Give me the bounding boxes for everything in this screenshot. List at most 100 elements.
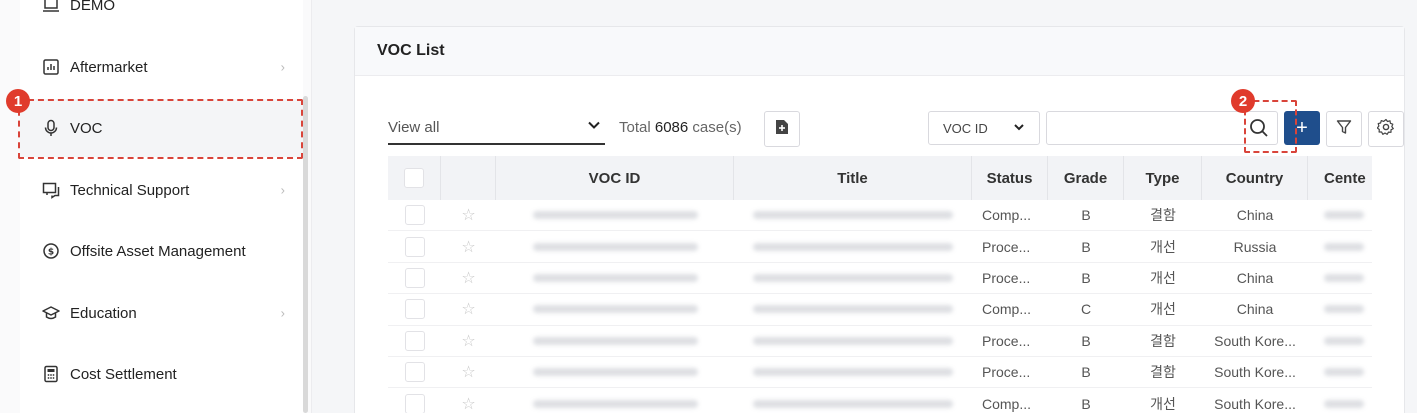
sidebar-item-label: Cost Settlement — [70, 365, 177, 383]
title-redacted[interactable] — [753, 242, 953, 251]
star-icon[interactable]: ☆ — [461, 299, 475, 319]
chevron-right-icon: › — [280, 59, 285, 75]
title-redacted[interactable] — [753, 399, 953, 408]
title-redacted[interactable] — [753, 336, 953, 345]
status-cell: Comp... — [982, 301, 1032, 318]
add-voc-button[interactable]: + — [1284, 111, 1320, 145]
header-country[interactable]: Country — [1202, 156, 1308, 200]
sidebar-scrollbar[interactable] — [303, 96, 308, 413]
filter-button[interactable] — [1326, 111, 1362, 147]
table-row[interactable]: ☆ Proce... B 개선 China — [388, 263, 1372, 295]
star-icon[interactable]: ☆ — [461, 394, 475, 413]
grade-cell: B — [1081, 207, 1091, 224]
search-input[interactable] — [1047, 112, 1237, 144]
dollar-coin-icon: $ — [42, 242, 60, 260]
header-status[interactable]: Status — [972, 156, 1048, 200]
row-checkbox[interactable] — [404, 362, 425, 383]
table-row[interactable]: ☆ Proce... B 결함 South Kore... — [388, 357, 1372, 389]
header-favorite — [441, 156, 496, 200]
status-cell: Proce... — [982, 364, 1031, 381]
search-box — [1046, 111, 1278, 145]
title-redacted[interactable] — [753, 273, 953, 282]
toolbar: View all Total 6086 case(s) VOC ID + — [388, 111, 1404, 147]
grade-cell: B — [1081, 364, 1091, 381]
table-row[interactable]: ☆ Comp... C 개선 China — [388, 294, 1372, 326]
calculator-icon — [42, 365, 60, 383]
header-grade[interactable]: Grade — [1048, 156, 1124, 200]
type-cell: 개선 — [1150, 395, 1176, 412]
status-cell: Proce... — [982, 332, 1031, 349]
sidebar-item-technical-support[interactable]: Technical Support › — [20, 161, 303, 219]
row-checkbox[interactable] — [404, 299, 425, 320]
center-redacted — [1324, 242, 1364, 251]
step-marker-1: 1 — [6, 89, 30, 113]
row-checkbox[interactable] — [404, 205, 425, 226]
center-redacted — [1324, 368, 1364, 377]
sidebar-item-voc[interactable]: VOC — [20, 99, 303, 157]
gear-icon — [1376, 118, 1395, 141]
select-all-checkbox[interactable] — [404, 168, 424, 188]
voc-id-redacted[interactable] — [532, 399, 698, 408]
voc-id-redacted[interactable] — [532, 211, 698, 220]
sidebar-item-education[interactable]: Education › — [20, 284, 303, 342]
star-icon[interactable]: ☆ — [461, 205, 475, 225]
search-icon[interactable] — [1249, 118, 1269, 143]
table-row[interactable]: ☆ Comp... B 개선 South Kore... — [388, 388, 1372, 413]
center-redacted — [1324, 211, 1364, 220]
type-cell: 결함 — [1150, 364, 1176, 381]
voc-id-redacted[interactable] — [532, 242, 698, 251]
title-redacted[interactable] — [753, 305, 953, 314]
chevron-right-icon: › — [280, 305, 285, 321]
voc-id-redacted[interactable] — [532, 336, 698, 345]
center-redacted — [1324, 305, 1364, 314]
search-field-value: VOC ID — [943, 120, 988, 136]
voc-id-redacted[interactable] — [532, 368, 698, 377]
header-title[interactable]: Title — [734, 156, 972, 200]
graduation-cap-icon — [42, 304, 60, 322]
star-icon[interactable]: ☆ — [461, 268, 475, 288]
step-marker-2: 2 — [1231, 89, 1255, 113]
sidebar-item-cost-settlement[interactable]: Cost Settlement — [20, 345, 303, 403]
search-field-select[interactable]: VOC ID — [928, 111, 1040, 145]
voc-id-redacted[interactable] — [532, 305, 698, 314]
type-cell: 결함 — [1150, 332, 1176, 349]
row-checkbox[interactable] — [404, 393, 425, 413]
chevron-down-icon — [1013, 121, 1025, 136]
header-type[interactable]: Type — [1124, 156, 1202, 200]
header-voc-id[interactable]: VOC ID — [496, 156, 734, 200]
view-filter-select[interactable]: View all — [388, 111, 605, 145]
sidebar-item-label: Technical Support — [70, 181, 190, 199]
star-icon[interactable]: ☆ — [461, 331, 475, 351]
title-redacted[interactable] — [753, 211, 953, 220]
laptop-icon — [42, 0, 60, 14]
country-cell: South Kore... — [1214, 395, 1296, 412]
table-header: VOC ID Title Status Grade Type Country C… — [388, 156, 1372, 200]
table-row[interactable]: ☆ Proce... B 개선 Russia — [388, 231, 1372, 263]
voc-id-redacted[interactable] — [532, 273, 698, 282]
table-row[interactable]: ☆ Proce... B 결함 South Kore... — [388, 326, 1372, 357]
total-prefix: Total — [619, 119, 651, 136]
row-checkbox[interactable] — [404, 330, 425, 351]
sidebar-item-demo[interactable]: DEMO — [20, 0, 303, 34]
total-number: 6086 — [654, 119, 689, 136]
star-icon[interactable]: ☆ — [461, 362, 475, 382]
sidebar-item-label: Offsite Asset Management — [70, 242, 246, 260]
grade-cell: B — [1081, 238, 1091, 255]
center-redacted — [1324, 273, 1364, 282]
header-center[interactable]: Cente — [1308, 156, 1372, 200]
total-count: Total 6086 case(s) — [619, 119, 742, 136]
chevron-down-icon — [587, 118, 601, 136]
row-checkbox[interactable] — [404, 267, 425, 288]
filter-icon — [1336, 119, 1352, 140]
type-cell: 개선 — [1150, 269, 1176, 286]
title-redacted[interactable] — [753, 368, 953, 377]
header-select-all[interactable] — [388, 156, 441, 200]
grade-cell: B — [1081, 332, 1091, 349]
sidebar-item-aftermarket[interactable]: Aftermarket › — [20, 38, 303, 96]
row-checkbox[interactable] — [404, 236, 425, 257]
settings-button[interactable] — [1368, 111, 1404, 147]
star-icon[interactable]: ☆ — [461, 237, 475, 257]
sidebar-item-offsite-asset-management[interactable]: $ Offsite Asset Management — [20, 222, 303, 280]
export-button[interactable] — [764, 111, 800, 147]
table-row[interactable]: ☆ Comp... B 결함 China — [388, 200, 1372, 232]
